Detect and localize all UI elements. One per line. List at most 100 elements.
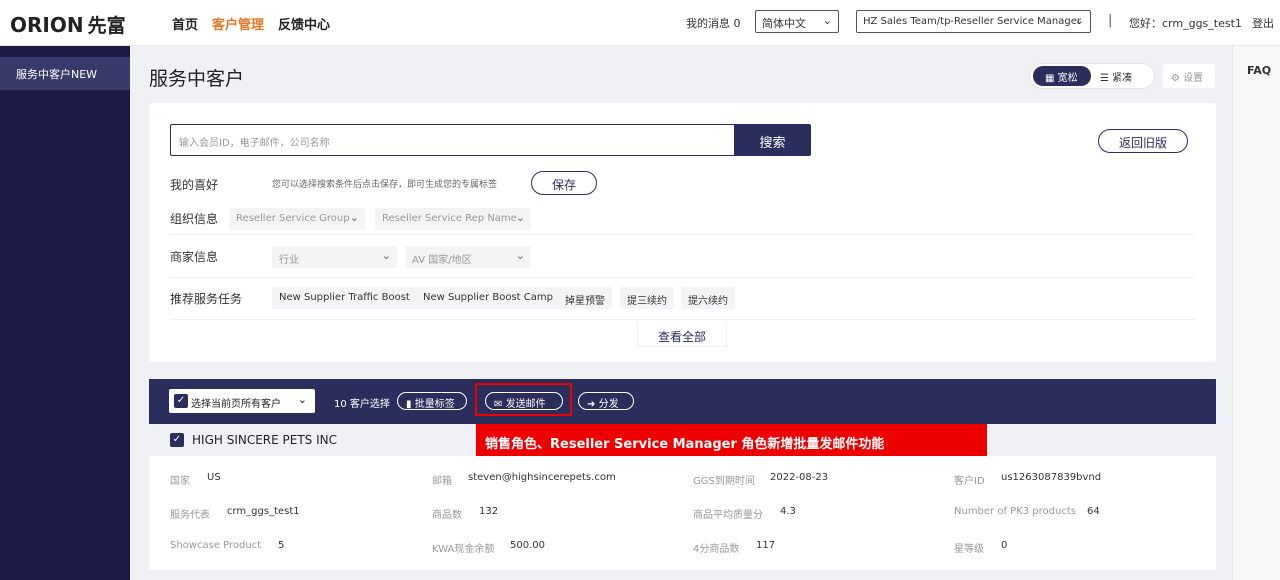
- task-tag[interactable]: New Supplier Boost Camp: [416, 287, 560, 309]
- select-all-label: 选择当前页所有客户: [191, 399, 281, 410]
- faq-button[interactable]: FAQ: [1247, 64, 1271, 77]
- chevron-down-icon: ⌄: [822, 14, 832, 27]
- industry-value: 行业: [279, 255, 299, 266]
- search-card: 输入会员ID，电子邮件，公司名称 搜索 返回旧版 我的喜好 您可以选择搜索条件后…: [149, 103, 1216, 362]
- sidebar-item-customers-new[interactable]: 服务中客户NEW: [0, 57, 130, 90]
- separator: |: [1108, 13, 1113, 28]
- field-label: 客户ID: [954, 476, 985, 487]
- view-toggle: ▦ 宽松 ☰ 紧凑: [1030, 64, 1154, 88]
- top-bar: ORION 先富 首页 客户管理 反馈中心 我的消息 0 简体中文 ⌄ HZ S…: [0, 0, 1280, 46]
- checkbox-checked-icon[interactable]: ✓: [174, 394, 188, 408]
- divider: [170, 319, 1195, 320]
- annotation-banner: 销售角色、Reseller Service Manager 角色新增批量发邮件功…: [476, 424, 987, 458]
- field-value: 2022-08-23: [770, 472, 829, 483]
- selected-count: 10 客户选择: [334, 399, 390, 410]
- chevron-down-icon: ⌄: [381, 249, 391, 262]
- faq-strip: FAQ: [1232, 46, 1280, 580]
- task-tag[interactable]: 提三续约: [620, 287, 674, 309]
- batch-action-bar: ✓ 选择当前页所有客户 ⌄ 10 客户选择 ▮ 批量标签 ✉ 发送邮件 ➜ 分发: [149, 379, 1216, 424]
- chevron-down-icon: ⌄: [349, 211, 359, 224]
- merchant-info-label: 商家信息: [170, 250, 219, 264]
- language-value: 简体中文: [762, 17, 806, 30]
- team-value: HZ Sales Team/tp-Reseller Service Manage…: [863, 16, 1082, 27]
- task-tag[interactable]: 提六续约: [681, 287, 735, 309]
- field-value: us1263087839bvnd: [1001, 472, 1102, 483]
- team-select[interactable]: HZ Sales Team/tp-Reseller Service Manage…: [856, 10, 1091, 33]
- field-label: Showcase Product: [170, 540, 262, 551]
- user-greeting: 您好：crm_ggs_test1: [1129, 17, 1242, 30]
- distribute-label: 分发: [598, 399, 619, 410]
- highlight-box: [475, 383, 572, 416]
- distribute-button[interactable]: ➜ 分发: [578, 392, 634, 410]
- view-wide-button[interactable]: ▦ 宽松: [1033, 66, 1091, 86]
- logo[interactable]: ORION 先富: [10, 11, 126, 38]
- field-value: steven@highsincerepets.com: [468, 472, 616, 483]
- chevron-down-icon: ⌄: [1074, 14, 1084, 27]
- service-rep-dropdown[interactable]: Reseller Service Rep Name ⌄: [375, 208, 531, 230]
- field-label: 服务代表: [170, 510, 210, 521]
- field-value: 117: [756, 540, 776, 551]
- back-to-old-version-button[interactable]: 返回旧版: [1098, 129, 1188, 153]
- logo-text: ORION: [10, 12, 84, 37]
- messages-link[interactable]: 我的消息 0: [686, 15, 741, 31]
- gear-icon: ⚙: [1171, 73, 1180, 84]
- service-group-dropdown[interactable]: Reseller Service Group ⌄: [229, 208, 365, 230]
- field-label: KWA现金余额: [432, 544, 495, 555]
- logo-cn: 先富: [87, 15, 126, 37]
- field-label: 商品平均质量分: [693, 510, 763, 521]
- chevron-down-icon: ⌄: [515, 211, 525, 224]
- settings-button[interactable]: ⚙ 设置: [1163, 64, 1215, 88]
- language-select[interactable]: 简体中文 ⌄: [755, 10, 839, 33]
- nav-feedback[interactable]: 反馈中心: [278, 14, 330, 33]
- field-value: 500.00: [510, 540, 545, 551]
- chevron-down-icon: ⌄: [297, 393, 307, 406]
- field-label: 星等级: [954, 544, 984, 555]
- service-group-value: Reseller Service Group: [236, 213, 350, 224]
- chevron-down-icon: ⌄: [515, 249, 525, 262]
- bookmark-icon: ▮: [406, 399, 412, 410]
- view-all-button[interactable]: 查看全部: [637, 323, 727, 347]
- view-compact-button[interactable]: ☰ 紧凑: [1100, 69, 1132, 84]
- field-value: 0: [1001, 540, 1008, 551]
- page-title: 服务中客户: [149, 68, 245, 90]
- nav-customer-management[interactable]: 客户管理: [212, 14, 264, 33]
- country-value: AV 国家/地区: [412, 255, 472, 266]
- industry-dropdown[interactable]: 行业 ⌄: [272, 246, 397, 268]
- search-button[interactable]: 搜索: [734, 124, 811, 156]
- task-tag[interactable]: New Supplier Traffic Boost: [272, 287, 417, 309]
- service-rep-value: Reseller Service Rep Name: [382, 213, 517, 224]
- view-compact-label: 紧凑: [1112, 73, 1133, 84]
- arrow-right-icon: ➜: [587, 399, 596, 410]
- task-tag[interactable]: 掉星预警: [558, 287, 612, 309]
- field-label: 商品数: [432, 510, 462, 521]
- field-label: 邮箱: [432, 476, 452, 487]
- field-value: 132: [479, 506, 499, 517]
- checkbox-checked-icon[interactable]: ✓: [170, 433, 184, 447]
- divider: [170, 234, 1195, 235]
- nav-home[interactable]: 首页: [172, 14, 198, 33]
- batch-tag-button[interactable]: ▮ 批量标签: [397, 392, 467, 410]
- field-value: US: [207, 472, 221, 483]
- logout-link[interactable]: 登出: [1252, 15, 1274, 31]
- customer-details: 国家 US 邮箱 steven@highsincerepets.com GGS到…: [149, 456, 1216, 570]
- divider: [170, 277, 1195, 278]
- field-value: 4.3: [780, 506, 796, 517]
- batch-tag-label: 批量标签: [414, 399, 455, 410]
- country-dropdown[interactable]: AV 国家/地区 ⌄: [405, 246, 531, 268]
- field-value: crm_ggs_test1: [227, 506, 300, 517]
- list-icon: ☰: [1100, 73, 1109, 84]
- select-all-dropdown[interactable]: ✓ 选择当前页所有客户 ⌄: [169, 389, 315, 413]
- save-button[interactable]: 保存: [531, 171, 597, 195]
- company-name[interactable]: HIGH SINCERE PETS INC: [192, 433, 337, 447]
- settings-label: 设置: [1183, 73, 1204, 84]
- bottom-strip: [130, 570, 1232, 580]
- field-label: 国家: [170, 476, 190, 487]
- recommended-tasks-label: 推荐服务任务: [170, 292, 243, 306]
- main-nav: 首页 客户管理 反馈中心: [172, 14, 344, 33]
- grid-icon: ▦: [1045, 73, 1055, 84]
- search-input[interactable]: 输入会员ID，电子邮件，公司名称: [170, 124, 735, 156]
- favorites-label: 我的喜好: [170, 178, 219, 192]
- sidebar: 服务中客户NEW: [0, 46, 130, 580]
- field-value: 5: [278, 540, 285, 551]
- view-wide-label: 宽松: [1057, 73, 1078, 84]
